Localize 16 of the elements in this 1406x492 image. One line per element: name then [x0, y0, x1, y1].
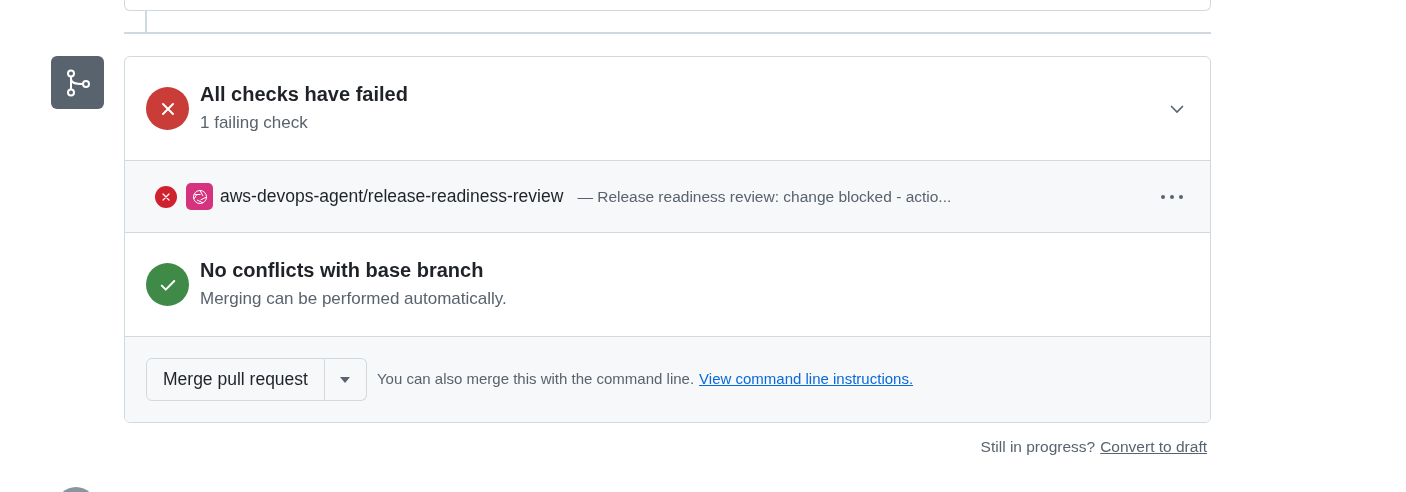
section-subtitle: Merging can be performed automatically. — [200, 288, 507, 311]
draft-prompt: Still in progress? — [980, 437, 1096, 457]
draft-link[interactable]: Convert to draft — [1100, 435, 1207, 459]
merge-button[interactable]: Merge pull request — [146, 358, 325, 401]
error-icon — [146, 87, 189, 130]
check-name: aws-devops-agent/release-readiness-review — [220, 185, 564, 209]
instructions-link[interactable]: View command line instructions. — [699, 368, 914, 391]
app-icon — [186, 183, 213, 210]
branch-icon — [51, 56, 104, 109]
section-subtitle: 1 failing check — [200, 112, 309, 135]
merge-hint: You can also merge this with the command line. — [376, 369, 695, 390]
caret-icon — [339, 376, 352, 383]
check-icon — [146, 263, 189, 306]
check-description: — Release readiness review: change blocked - actio... — [577, 186, 952, 207]
section-title: All checks have failed — [200, 82, 408, 108]
section-title: No conflicts with base branch — [200, 258, 485, 284]
